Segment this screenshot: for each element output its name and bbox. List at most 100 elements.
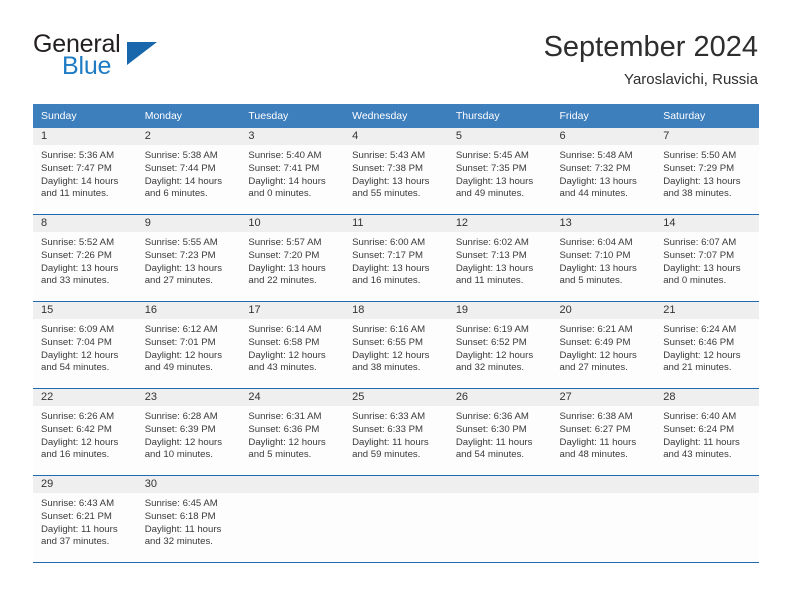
sunrise-text: Sunrise: 5:50 AM — [663, 150, 737, 161]
day-details: Sunrise: 6:31 AM Sunset: 6:36 PM Daylight:… — [240, 406, 344, 462]
calendar-header-row: Sunday Monday Tuesday Wednesday Thursday Frid… — [33, 104, 759, 128]
day-number: 26 — [447, 389, 552, 406]
daylight-text: Daylight: 12 hours and 21 minutes. — [663, 349, 741, 374]
day-number: 23 — [136, 389, 241, 406]
calendar-day-cell[interactable]: 21 Sunrise: 6:24 AM Sunset: 6:46 PM Dayligh… — [655, 301, 759, 389]
day-details: Sunrise: 5:43 AM Sunset: 7:38 PM Daylight:… — [344, 145, 448, 201]
weekday-header-monday: Monday — [136, 104, 241, 128]
calendar-day-cell[interactable]: 16 Sunrise: 6:12 AM Sunset: 7:01 PM Dayligh… — [136, 301, 241, 389]
calendar-day-cell[interactable]: 18 Sunrise: 6:16 AM Sunset: 6:55 PM Dayligh… — [344, 301, 448, 389]
calendar-week-row: 1 Sunrise: 5:36 AM Sunset: 7:47 PM Daylight… — [33, 128, 759, 215]
calendar-day-cell-empty — [447, 475, 552, 563]
calendar-week-row: 8 Sunrise: 5:52 AM Sunset: 7:26 PM Daylight… — [33, 214, 759, 302]
calendar-day-cell[interactable]: 8 Sunrise: 5:52 AM Sunset: 7:26 PM Daylight… — [33, 214, 137, 302]
calendar-day-cell[interactable]: 17 Sunrise: 6:14 AM Sunset: 6:58 PM Dayligh… — [240, 301, 345, 389]
day-cell-inner: 29 Sunrise: 6:43 AM Sunset: 6:21 PM Dayligh… — [33, 476, 137, 562]
calendar-day-cell[interactable]: 6 Sunrise: 5:48 AM Sunset: 7:32 PM Daylight… — [551, 128, 656, 215]
calendar-day-cell[interactable]: 11 Sunrise: 6:00 AM Sunset: 7:17 PM Dayligh… — [344, 214, 448, 302]
calendar-day-cell[interactable]: 2 Sunrise: 5:38 AM Sunset: 7:44 PM Daylight… — [136, 128, 241, 215]
calendar-day-cell[interactable]: 1 Sunrise: 5:36 AM Sunset: 7:47 PM Daylight… — [33, 128, 137, 215]
day-cell-inner — [655, 476, 759, 562]
daylight-text: Daylight: 13 hours and 33 minutes. — [41, 262, 119, 287]
sunrise-text: Sunrise: 6:43 AM — [41, 498, 115, 509]
calendar-day-cell[interactable]: 4 Sunrise: 5:43 AM Sunset: 7:38 PM Daylight… — [344, 128, 448, 215]
sunset-text: Sunset: 6:46 PM — [663, 336, 735, 348]
calendar-day-cell[interactable]: 9 Sunrise: 5:55 AM Sunset: 7:23 PM Daylight… — [136, 214, 241, 302]
daylight-text: Daylight: 11 hours and 37 minutes. — [41, 523, 118, 548]
day-details: Sunrise: 6:07 AM Sunset: 7:07 PM Daylight:… — [655, 232, 759, 288]
day-details: Sunrise: 6:19 AM Sunset: 6:52 PM Daylight:… — [448, 319, 552, 375]
day-details: Sunrise: 6:28 AM Sunset: 6:39 PM Daylight:… — [137, 406, 241, 462]
day-cell-inner: 5 Sunrise: 5:45 AM Sunset: 7:35 PM Daylight… — [447, 128, 552, 214]
calendar-day-cell[interactable]: 23 Sunrise: 6:28 AM Sunset: 6:39 PM Dayligh… — [136, 388, 241, 476]
day-details: Sunrise: 5:48 AM Sunset: 7:32 PM Daylight:… — [552, 145, 656, 201]
day-number: 10 — [240, 215, 345, 232]
day-details: Sunrise: 5:40 AM Sunset: 7:41 PM Daylight:… — [240, 145, 344, 201]
daylight-text: Daylight: 14 hours and 11 minutes. — [41, 175, 119, 200]
day-details: Sunrise: 5:45 AM Sunset: 7:35 PM Daylight:… — [448, 145, 552, 201]
sunrise-text: Sunrise: 6:45 AM — [144, 498, 218, 509]
day-number: 9 — [136, 215, 241, 232]
calendar-day-cell[interactable]: 30 Sunrise: 6:45 AM Sunset: 6:18 PM Dayligh… — [136, 475, 241, 563]
day-details: Sunrise: 6:24 AM Sunset: 6:46 PM Daylight:… — [655, 319, 759, 375]
daylight-text: Daylight: 14 hours and 0 minutes. — [248, 175, 326, 200]
day-cell-inner: 24 Sunrise: 6:31 AM Sunset: 6:36 PM Dayligh… — [240, 389, 345, 475]
day-cell-inner: 4 Sunrise: 5:43 AM Sunset: 7:38 PM Daylight… — [344, 128, 448, 214]
calendar-day-cell[interactable]: 15 Sunrise: 6:09 AM Sunset: 7:04 PM Dayligh… — [33, 301, 137, 389]
calendar-day-cell[interactable]: 7 Sunrise: 5:50 AM Sunset: 7:29 PM Daylight… — [655, 128, 759, 215]
calendar-day-cell[interactable]: 3 Sunrise: 5:40 AM Sunset: 7:41 PM Daylight… — [240, 128, 345, 215]
sunrise-text: Sunrise: 6:33 AM — [352, 411, 426, 422]
calendar-week-row: 22 Sunrise: 6:26 AM Sunset: 6:42 PM Dayligh… — [33, 388, 759, 476]
calendar-day-cell-empty — [240, 475, 345, 563]
sunrise-text: Sunrise: 6:26 AM — [41, 411, 115, 422]
daylight-text: Daylight: 13 hours and 5 minutes. — [559, 262, 637, 287]
calendar-day-cell[interactable]: 12 Sunrise: 6:02 AM Sunset: 7:13 PM Dayligh… — [447, 214, 552, 302]
daylight-text: Daylight: 12 hours and 43 minutes. — [248, 349, 326, 374]
calendar-day-cell[interactable]: 19 Sunrise: 6:19 AM Sunset: 6:52 PM Dayligh… — [447, 301, 552, 389]
weekday-header-sunday: Sunday — [33, 104, 137, 128]
day-number: 3 — [240, 128, 345, 145]
sunset-text: Sunset: 6:42 PM — [41, 423, 112, 435]
day-number: 27 — [551, 389, 656, 406]
day-details: Sunrise: 6:21 AM Sunset: 6:49 PM Daylight:… — [552, 319, 656, 375]
sunset-text: Sunset: 6:27 PM — [559, 423, 631, 435]
sunset-text: Sunset: 7:47 PM — [41, 162, 112, 174]
sunset-text: Sunset: 6:24 PM — [663, 423, 735, 435]
calendar-day-cell[interactable]: 28 Sunrise: 6:40 AM Sunset: 6:24 PM Dayligh… — [655, 388, 759, 476]
general-blue-logo[interactable]: General Blue — [33, 30, 213, 90]
calendar-day-cell[interactable]: 25 Sunrise: 6:33 AM Sunset: 6:33 PM Dayligh… — [344, 388, 448, 476]
day-details: Sunrise: 6:00 AM Sunset: 7:17 PM Daylight:… — [344, 232, 448, 288]
day-details: Sunrise: 5:50 AM Sunset: 7:29 PM Daylight:… — [655, 145, 759, 201]
calendar-day-cell[interactable]: 29 Sunrise: 6:43 AM Sunset: 6:21 PM Dayligh… — [33, 475, 137, 563]
sunrise-text: Sunrise: 5:55 AM — [144, 237, 218, 248]
sunset-text: Sunset: 6:33 PM — [352, 423, 424, 435]
weekday-header-tuesday: Tuesday — [240, 104, 345, 128]
day-number: 28 — [655, 389, 759, 406]
day-cell-inner: 12 Sunrise: 6:02 AM Sunset: 7:13 PM Dayligh… — [447, 215, 552, 301]
calendar-day-cell[interactable]: 20 Sunrise: 6:21 AM Sunset: 6:49 PM Dayligh… — [551, 301, 656, 389]
calendar-day-cell[interactable]: 13 Sunrise: 6:04 AM Sunset: 7:10 PM Dayligh… — [551, 214, 656, 302]
page-title: September 2024 — [543, 31, 758, 63]
sunset-text: Sunset: 6:52 PM — [455, 336, 527, 348]
logo-triangle-icon — [127, 42, 157, 65]
calendar-day-cell[interactable]: 5 Sunrise: 5:45 AM Sunset: 7:35 PM Daylight… — [447, 128, 552, 215]
day-number: 30 — [136, 476, 241, 493]
daylight-text: Daylight: 13 hours and 11 minutes. — [455, 262, 534, 287]
calendar-day-cell[interactable]: 10 Sunrise: 5:57 AM Sunset: 7:20 PM Dayligh… — [240, 214, 345, 302]
calendar-day-cell[interactable]: 14 Sunrise: 6:07 AM Sunset: 7:07 PM Dayligh… — [655, 214, 759, 302]
day-cell-inner: 11 Sunrise: 6:00 AM Sunset: 7:17 PM Dayligh… — [344, 215, 448, 301]
day-number: 14 — [655, 215, 759, 232]
day-number: 6 — [551, 128, 656, 145]
calendar-day-cell[interactable]: 24 Sunrise: 6:31 AM Sunset: 6:36 PM Dayligh… — [240, 388, 345, 476]
calendar-day-cell[interactable]: 26 Sunrise: 6:36 AM Sunset: 6:30 PM Dayligh… — [447, 388, 552, 476]
daylight-text: Daylight: 12 hours and 27 minutes. — [559, 349, 637, 374]
day-details: Sunrise: 5:38 AM Sunset: 7:44 PM Daylight:… — [137, 145, 241, 201]
sunset-text: Sunset: 6:21 PM — [41, 510, 112, 522]
day-cell-inner — [447, 476, 552, 562]
day-cell-inner: 20 Sunrise: 6:21 AM Sunset: 6:49 PM Dayligh… — [551, 302, 656, 388]
calendar-day-cell[interactable]: 27 Sunrise: 6:38 AM Sunset: 6:27 PM Dayligh… — [551, 388, 656, 476]
calendar-day-cell[interactable]: 22 Sunrise: 6:26 AM Sunset: 6:42 PM Dayligh… — [33, 388, 137, 476]
day-number: 11 — [344, 215, 448, 232]
sunrise-text: Sunrise: 6:24 AM — [663, 324, 737, 335]
sunrise-text: Sunrise: 6:28 AM — [144, 411, 218, 422]
